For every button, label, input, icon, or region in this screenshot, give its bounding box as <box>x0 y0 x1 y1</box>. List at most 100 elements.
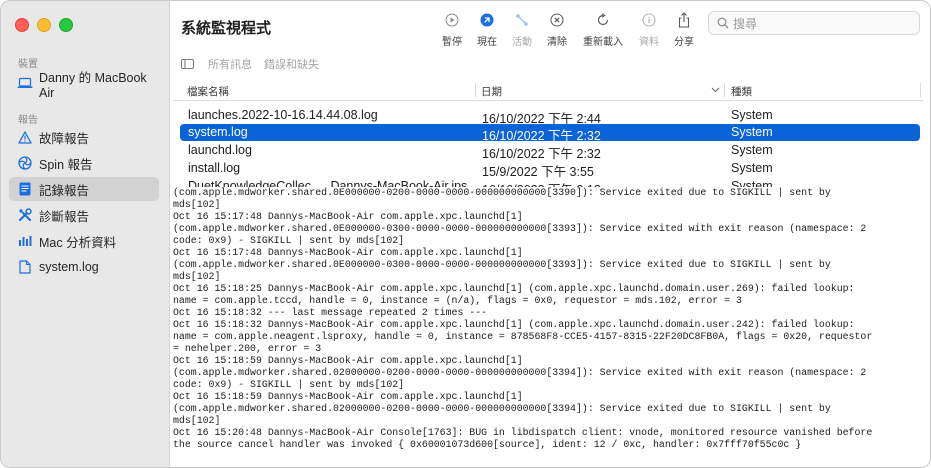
file-name: launchd.log <box>188 143 252 157</box>
file-type: System <box>731 161 773 175</box>
sidebar-item-system-log[interactable]: system.log <box>9 255 159 279</box>
filter-errors-faults[interactable]: 錯誤和缺失 <box>264 56 319 72</box>
log-line: mds[102] <box>173 199 221 210</box>
toolbar-label: 現在 <box>477 37 497 48</box>
toolbar-label: 活動 <box>512 37 532 48</box>
toolbar-label: 分享 <box>674 37 694 48</box>
sidebar-item-mac-analytics[interactable]: Mac 分析資料 <box>9 229 159 253</box>
log-line: code: 0x9) - SIGKILL | sent by mds[102] <box>173 379 405 390</box>
reload-button[interactable]: 重新載入 <box>583 11 623 48</box>
activity-button[interactable]: 活動 <box>512 11 532 48</box>
table-row-selected[interactable]: system.log 16/10/2022 下午 2:32 System <box>180 124 920 143</box>
sidebar-item-label: 記錄報告 <box>39 183 90 198</box>
sidebar-item-spin-reports[interactable]: Spin 報告 <box>9 151 159 175</box>
table-row[interactable]: launches.2022-10-16.14.44.08.log 16/10/2… <box>180 107 920 126</box>
log-line: (com.apple.mdworker.shared.0E000000-0300… <box>173 259 831 270</box>
log-line: Oct 16 15:18:32 Dannys-MacBook-Air com.a… <box>173 319 855 330</box>
pause-button[interactable]: 暫停 <box>442 11 462 48</box>
column-header-name[interactable]: 檔案名稱 <box>187 84 229 99</box>
clear-button[interactable]: 清除 <box>547 11 567 48</box>
search-icon <box>717 17 729 29</box>
log-line: the source cancel handler was invoked { … <box>173 439 802 450</box>
log-line: Oct 16 15:18:59 Dannys-MacBook-Air com.a… <box>173 391 523 402</box>
activity-icon <box>513 11 531 29</box>
devices-section-label: 裝置 <box>18 59 38 70</box>
reload-icon <box>594 11 612 29</box>
log-line: name = com.apple.neagent.lsproxy, handle… <box>173 331 873 342</box>
sidebar-toggle-icon[interactable] <box>181 59 194 69</box>
now-icon <box>478 11 496 29</box>
log-line: = nehelper.200, error = 3 <box>173 343 322 354</box>
log-line: Oct 16 15:20:48 Dannys-MacBook-Air Conso… <box>173 427 873 438</box>
column-divider[interactable] <box>724 83 725 97</box>
file-type: System <box>731 108 773 122</box>
log-line: Oct 16 15:17:48 Dannys-MacBook-Air com.a… <box>173 247 523 258</box>
column-divider[interactable] <box>475 83 476 97</box>
chart-icon <box>17 233 33 249</box>
window-title: 系統監視程式 <box>181 20 272 37</box>
toolbar-label: 資料 <box>639 37 659 48</box>
share-icon <box>675 11 693 29</box>
table-row[interactable]: install.log 15/9/2022 下午 3:55 System <box>180 160 920 179</box>
log-content[interactable]: (com.apple.mdworker.shared.0E000000-0200… <box>173 187 925 463</box>
sidebar-item-device[interactable]: Danny 的 MacBook Air <box>9 71 159 100</box>
info-button[interactable]: 資料 <box>639 11 659 48</box>
spin-icon <box>17 155 33 171</box>
table-row[interactable]: launchd.log 16/10/2022 下午 2:32 System <box>180 142 920 161</box>
console-window: 裝置 Danny 的 MacBook Air 報告 故障報告 Spin 報告 記… <box>0 0 931 468</box>
zoom-button[interactable] <box>59 18 73 32</box>
sidebar-item-label: Danny 的 MacBook Air <box>39 70 147 100</box>
close-button[interactable] <box>15 18 29 32</box>
log-line: mds[102] <box>173 271 221 282</box>
log-line: (com.apple.mdworker.shared.02000000-0200… <box>173 367 867 378</box>
play-icon <box>443 11 461 29</box>
sort-chevron-icon <box>711 84 720 96</box>
reports-section-label: 報告 <box>18 115 38 126</box>
sidebar-item-label: Spin 報告 <box>39 157 93 172</box>
info-icon <box>640 11 658 29</box>
laptop-icon <box>17 75 33 91</box>
log-line: Oct 16 15:18:32 --- last message repeate… <box>173 307 488 318</box>
file-name: install.log <box>188 161 241 175</box>
log-line: Oct 16 15:18:25 Dannys-MacBook-Air com.a… <box>173 283 855 294</box>
filter-all-messages[interactable]: 所有訊息 <box>208 56 252 72</box>
warning-icon <box>17 129 33 145</box>
file-icon <box>17 259 33 275</box>
window-controls <box>15 18 73 32</box>
filter-bar: 所有訊息 錯誤和缺失 <box>181 56 319 72</box>
column-divider[interactable] <box>920 83 921 97</box>
file-type: System <box>731 125 773 139</box>
now-button[interactable]: 現在 <box>477 11 497 48</box>
log-line: (com.apple.mdworker.shared.0E000000-0300… <box>173 223 867 234</box>
sidebar-item-diagnostic-reports[interactable]: 診斷報告 <box>9 203 159 227</box>
share-button[interactable]: 分享 <box>674 11 694 48</box>
search-placeholder: 搜尋 <box>733 16 758 31</box>
table-header: 檔案名稱 日期 種類 <box>173 80 923 101</box>
sidebar-item-label: 故障報告 <box>39 131 90 146</box>
sidebar-item-label: 診斷報告 <box>39 209 90 224</box>
log-line: code: 0x9) - SIGKILL | sent by mds[102] <box>173 235 405 246</box>
file-name: system.log <box>188 125 248 139</box>
log-line: Oct 16 15:17:48 Dannys-MacBook-Air com.a… <box>173 211 523 222</box>
sidebar-item-crash-reports[interactable]: 故障報告 <box>9 125 159 149</box>
column-header-type[interactable]: 種類 <box>731 84 752 99</box>
toolbar-label: 清除 <box>547 37 567 48</box>
minimize-button[interactable] <box>37 18 51 32</box>
search-field[interactable]: 搜尋 <box>708 11 920 35</box>
sidebar-item-label: Mac 分析資料 <box>39 235 117 250</box>
log-line: name = com.apple.tccd, handle = 0, insta… <box>173 295 742 306</box>
tools-icon <box>17 207 33 223</box>
toolbar-label: 暫停 <box>442 37 462 48</box>
toolbar-label: 重新載入 <box>583 37 623 48</box>
log-line: Oct 16 15:18:59 Dannys-MacBook-Air com.a… <box>173 355 523 366</box>
sidebar-item-log-reports[interactable]: 記錄報告 <box>9 177 159 201</box>
log-line: (com.apple.mdworker.shared.0E000000-0200… <box>173 187 831 198</box>
file-type: System <box>731 143 773 157</box>
clear-icon <box>548 11 566 29</box>
file-name: launches.2022-10-16.14.44.08.log <box>188 108 378 122</box>
sidebar-item-label: system.log <box>39 260 99 274</box>
sidebar: 裝置 Danny 的 MacBook Air 報告 故障報告 Spin 報告 記… <box>1 1 170 467</box>
log-line: mds[102] <box>173 415 221 426</box>
log-line: (com.apple.mdworker.shared.02000000-0200… <box>173 403 831 414</box>
column-header-date[interactable]: 日期 <box>481 84 502 99</box>
